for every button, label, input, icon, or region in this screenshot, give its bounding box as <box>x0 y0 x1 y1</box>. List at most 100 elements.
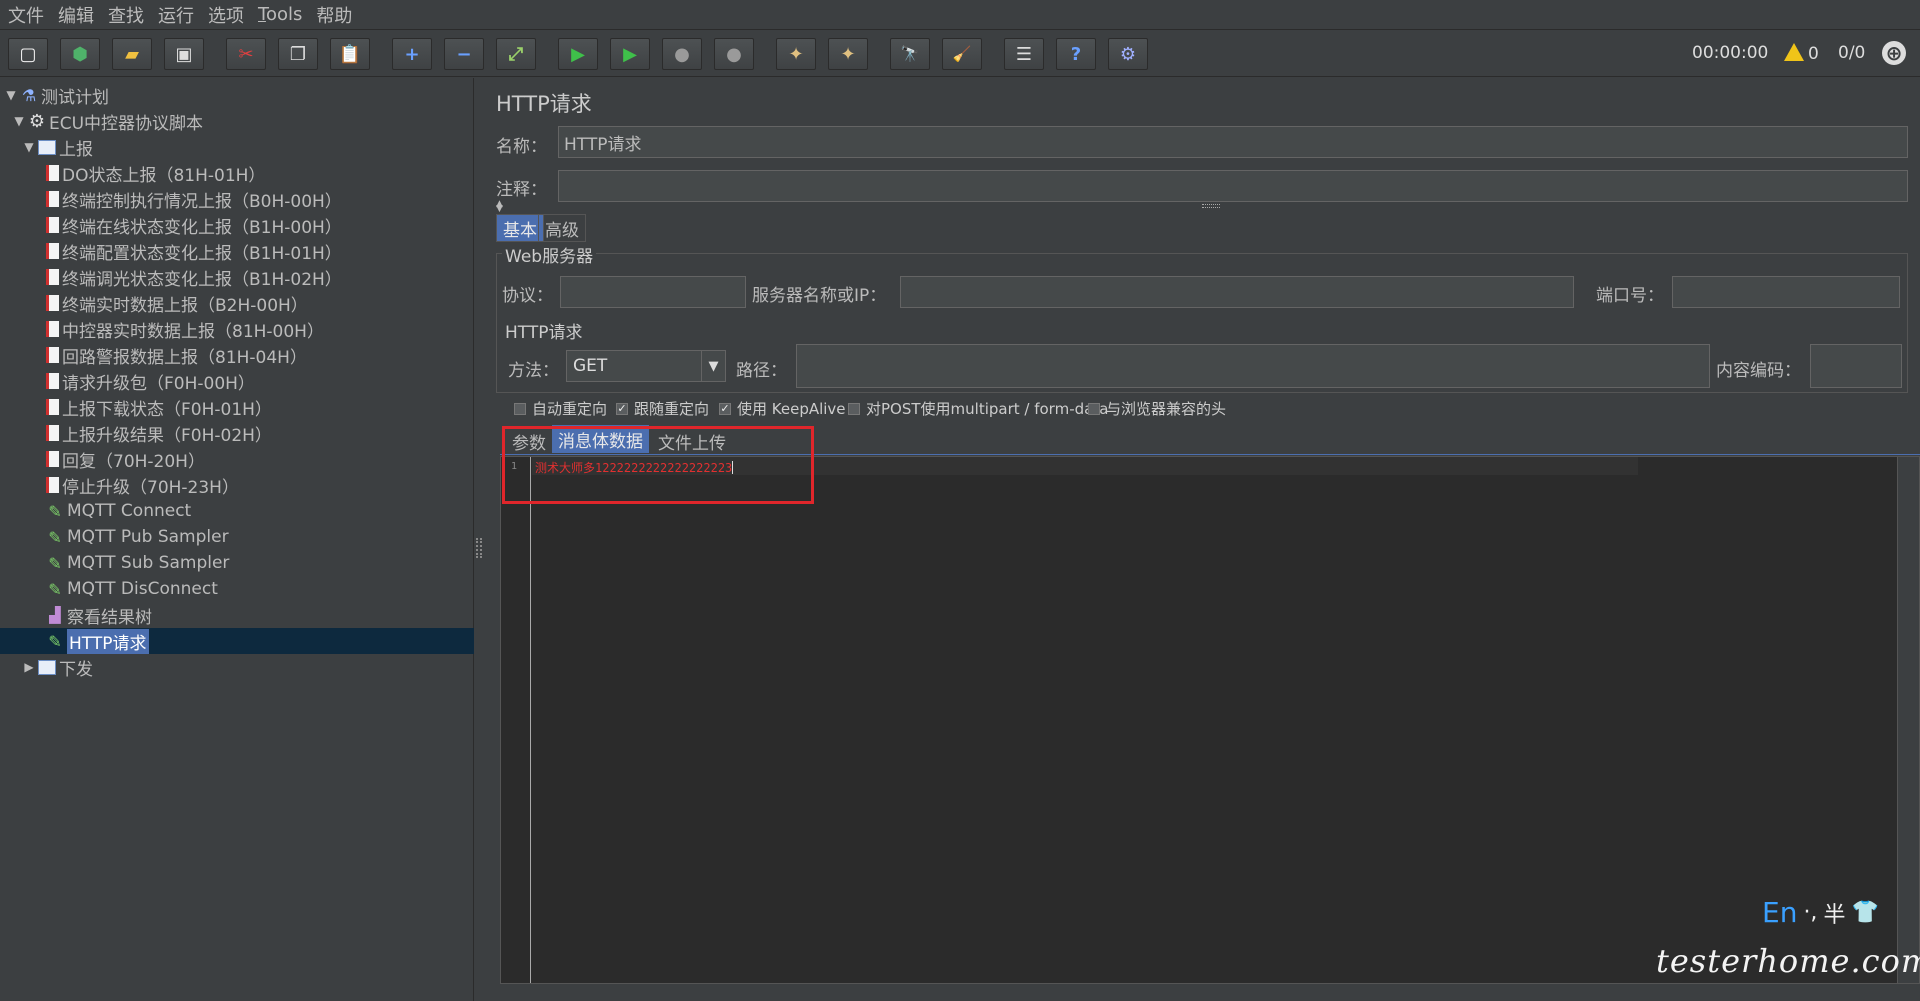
tree-item-label: 下发 <box>59 659 93 680</box>
chevron-down-icon[interactable]: ▼ <box>4 88 18 102</box>
tree-item[interactable]: 终端控制执行情况上报（B0H-00H） <box>0 186 474 212</box>
tree-item-label: 测试计划 <box>41 87 109 108</box>
multipart-checkbox[interactable]: 对POST使用multipart / form-data <box>848 398 1108 419</box>
clear-all-icon[interactable]: ✦ <box>828 38 868 70</box>
tree-item[interactable]: ▼ ⚗ 测试计划 <box>0 82 474 108</box>
name-field[interactable]: HTTP请求 <box>558 126 1908 158</box>
globe-icon[interactable]: ⊕ <box>1882 41 1906 65</box>
menu-edit[interactable]: 编辑 <box>58 2 94 28</box>
tree-item[interactable]: 回路警报数据上报（81H-04H） <box>0 342 474 368</box>
tree-item[interactable]: ✎ MQTT Pub Sampler <box>0 524 474 550</box>
path-field[interactable] <box>796 344 1710 388</box>
tree-item[interactable]: ✎ HTTP请求 <box>0 628 474 654</box>
open-icon[interactable]: ▰ <box>112 38 152 70</box>
collapse-arrows-icon[interactable]: ▲ ▼ <box>496 200 503 214</box>
new-icon[interactable]: ▢ <box>8 38 48 70</box>
method-select[interactable]: GET ▼ <box>566 350 726 382</box>
tree-item[interactable]: DO状态上报（81H-01H） <box>0 160 474 186</box>
tab-files-upload[interactable]: 文件上传 <box>652 427 732 455</box>
search-icon[interactable]: 🔭 <box>890 38 930 70</box>
tree-item[interactable]: ✎ MQTT Sub Sampler <box>0 550 474 576</box>
tree-item[interactable]: 终端在线状态变化上报（B1H-00H） <box>0 212 474 238</box>
chevron-down-icon[interactable]: ▼ <box>22 140 36 154</box>
tree-item[interactable]: 上报升级结果（F0H-02H） <box>0 420 474 446</box>
follow-redirect-checkbox[interactable]: ✓ 跟随重定向 <box>616 398 709 419</box>
menu-bar: 文件 编辑 查找 运行 选项 Tools 帮助 <box>0 0 1920 30</box>
help-icon[interactable]: ? <box>1056 38 1096 70</box>
tree-item[interactable]: 中控器实时数据上报（81H-00H） <box>0 316 474 342</box>
tree-item-label: 终端调光状态变化上报（B1H-02H） <box>62 269 342 290</box>
server-label: 服务器名称或IP： <box>752 286 887 306</box>
tree-item[interactable]: ✎ MQTT Connect <box>0 498 474 524</box>
tab-advanced[interactable]: 高级 <box>538 214 586 242</box>
ime-lang: En <box>1762 896 1798 929</box>
sampler-icon <box>46 347 59 363</box>
chart-icon: ▟ <box>49 606 61 624</box>
start-no-pause-icon[interactable]: ▶ <box>610 38 650 70</box>
save-icon[interactable]: ▣ <box>164 38 204 70</box>
method-value: GET <box>573 356 608 376</box>
reset-search-icon[interactable]: 🧹 <box>942 38 982 70</box>
tab-underline <box>500 454 1920 455</box>
tab-body-data[interactable]: 消息体数据 <box>552 425 649 453</box>
comment-field[interactable] <box>558 170 1908 202</box>
chevron-right-icon[interactable]: ▶ <box>22 660 36 674</box>
stop-icon[interactable]: ● <box>662 38 702 70</box>
templates-icon[interactable]: ⬢ <box>60 38 100 70</box>
text-caret <box>732 461 734 474</box>
paste-icon[interactable]: 📋 <box>330 38 370 70</box>
tab-basic[interactable]: 基本 <box>496 214 544 242</box>
split-pane-handle[interactable] <box>476 538 482 558</box>
menu-run[interactable]: 运行 <box>158 2 194 28</box>
tree-item[interactable]: ▟ 察看结果树 <box>0 602 474 628</box>
chevron-down-icon[interactable]: ▼ <box>701 351 725 381</box>
body-data-editor[interactable]: 1 测术大师多1222222222222222223 <box>500 456 1920 984</box>
menu-tools[interactable]: Tools <box>258 4 302 25</box>
browser-headers-checkbox[interactable]: 与浏览器兼容的头 <box>1088 398 1226 419</box>
clear-icon[interactable]: ✦ <box>776 38 816 70</box>
tree-item[interactable]: ✎ MQTT DisConnect <box>0 576 474 602</box>
tree-item[interactable]: 终端调光状态变化上报（B1H-02H） <box>0 264 474 290</box>
toggle-icon[interactable]: ⤢ <box>496 38 536 70</box>
protocol-field[interactable] <box>560 276 746 308</box>
splitter-grip[interactable] <box>1202 204 1220 208</box>
tab-parameters[interactable]: 参数 <box>506 427 552 455</box>
tree-item[interactable]: 上报下载状态（F0H-01H） <box>0 394 474 420</box>
tree-item[interactable]: ▼ ⚙ ECU中控器协议脚本 <box>0 108 474 134</box>
toolbar: ▢ ⬢ ▰ ▣ ✂ ❐ 📋 + − ⤢ ▶ ▶ ● ● ✦ ✦ 🔭 🧹 ☰ ? … <box>0 31 1920 77</box>
expand-icon[interactable]: + <box>392 38 432 70</box>
tree-item[interactable]: ▼ 上报 <box>0 134 474 160</box>
menu-file[interactable]: 文件 <box>8 2 44 28</box>
collapse-icon[interactable]: − <box>444 38 484 70</box>
name-label: 名称： <box>496 137 547 157</box>
tree-item[interactable]: 请求升级包（F0H-00H） <box>0 368 474 394</box>
body-text[interactable]: 测术大师多1222222222222222223 <box>535 459 734 476</box>
panel-title: HTTP请求 <box>496 92 592 116</box>
cut-icon[interactable]: ✂ <box>226 38 266 70</box>
ime-status[interactable]: En ·, 半 👕 <box>1762 896 1879 929</box>
port-field[interactable] <box>1672 276 1900 308</box>
test-plan-tree: ▼ ⚗ 测试计划 ▼ ⚙ ECU中控器协议脚本 ▼ 上报 DO状态上报（81H-01H） 终端控制… <box>0 78 474 1001</box>
tree-item[interactable]: 终端实时数据上报（B2H-00H） <box>0 290 474 316</box>
copy-icon[interactable]: ❐ <box>278 38 318 70</box>
protocol-label: 协议： <box>502 286 553 306</box>
remote-icon[interactable]: ⚙ <box>1108 38 1148 70</box>
tree-item[interactable]: ▶ 下发 <box>0 654 474 680</box>
keepalive-checkbox[interactable]: ✓ 使用 KeepAlive <box>719 398 846 419</box>
warning-count: 0 <box>1808 44 1819 64</box>
menu-help[interactable]: 帮助 <box>316 2 352 28</box>
function-helper-icon[interactable]: ☰ <box>1004 38 1044 70</box>
server-field[interactable] <box>900 276 1574 308</box>
tree-item[interactable]: 停止升级（70H-23H） <box>0 472 474 498</box>
start-icon[interactable]: ▶ <box>558 38 598 70</box>
encoding-field[interactable] <box>1810 344 1902 388</box>
menu-search[interactable]: 查找 <box>108 2 144 28</box>
auto-redirect-checkbox[interactable]: 自动重定向 <box>514 398 607 419</box>
tree-item[interactable]: 终端配置状态变化上报（B1H-01H） <box>0 238 474 264</box>
warning-indicator[interactable]: 0 <box>1784 43 1819 64</box>
shutdown-icon[interactable]: ● <box>714 38 754 70</box>
chevron-down-icon[interactable]: ▼ <box>12 114 26 128</box>
menu-options[interactable]: 选项 <box>208 2 244 28</box>
tree-item[interactable]: 回复（70H-20H） <box>0 446 474 472</box>
vertical-scrollbar[interactable] <box>1897 457 1919 983</box>
